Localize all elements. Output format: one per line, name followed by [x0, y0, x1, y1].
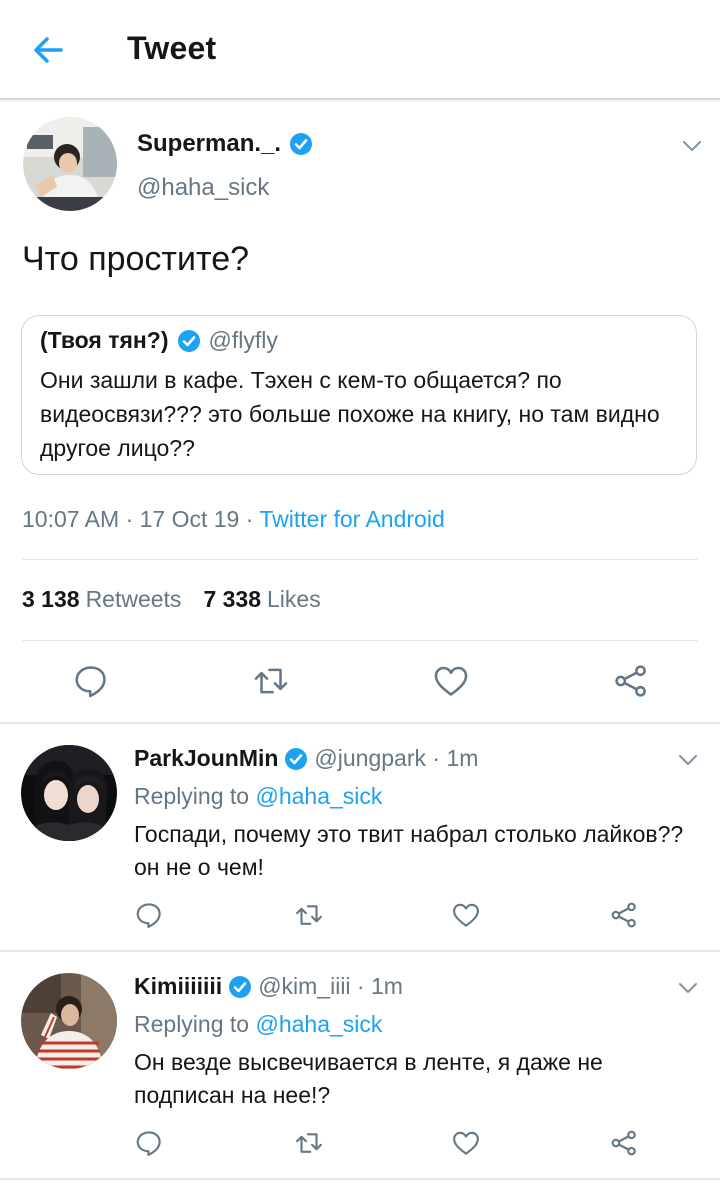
top-app-bar	[0, 0, 720, 100]
tweet-source-link[interactable]: Twitter for Android	[259, 506, 444, 532]
divider	[22, 640, 698, 641]
verified-badge-icon	[177, 329, 201, 353]
tweet-stats: 3 138 Retweets 7 338 Likes	[22, 586, 321, 613]
retweets-stat[interactable]: 3 138 Retweets	[22, 586, 181, 613]
quoted-tweet-header: (Твоя тян?) @flyfly	[40, 327, 278, 354]
verified-badge-icon	[289, 132, 313, 156]
replying-to: Replying to @haha_sick	[134, 1011, 382, 1038]
reply-icon[interactable]	[134, 1128, 164, 1158]
tweet-timestamp: 10:07 AM · 17 Oct 19 ·	[22, 506, 260, 532]
share-icon[interactable]	[609, 900, 639, 930]
reply-author-handle: @jungpark · 1m	[314, 745, 478, 772]
retweets-label: Retweets	[85, 586, 182, 612]
reply-header: Kimiiiiiii @kim_iiii · 1m	[134, 973, 403, 1000]
reply-handle[interactable]: @jungpark	[314, 745, 426, 771]
divider	[0, 1178, 720, 1180]
reply-icon[interactable]	[72, 662, 110, 700]
author-name-row: Superman._.	[137, 130, 313, 158]
author-handle[interactable]: @haha_sick	[137, 174, 269, 202]
reply-avatar[interactable]	[21, 745, 117, 841]
reply-avatar[interactable]	[21, 973, 117, 1069]
replying-to-label: Replying to	[134, 1011, 250, 1037]
reply-author-name[interactable]: Kimiiiiiii	[134, 973, 222, 1000]
retweet-icon[interactable]	[294, 900, 324, 930]
author-name[interactable]: Superman._.	[137, 130, 281, 158]
tweet-meta: 10:07 AM · 17 Oct 19 · Twitter for Andro…	[22, 506, 445, 533]
reply-text: Госпади, почему это твит набрал столько …	[134, 821, 684, 880]
replying-to-link[interactable]: @haha_sick	[255, 783, 382, 809]
share-icon[interactable]	[609, 1128, 639, 1158]
back-arrow-icon[interactable]	[28, 30, 68, 70]
replying-to-label: Replying to	[134, 783, 250, 809]
like-icon[interactable]	[451, 900, 481, 930]
reply-author-name[interactable]: ParkJounMin	[134, 745, 278, 772]
replying-to: Replying to @haha_sick	[134, 783, 382, 810]
chevron-down-icon[interactable]	[680, 134, 704, 158]
quoted-author-handle: @flyfly	[208, 327, 278, 353]
chevron-down-icon[interactable]	[676, 748, 700, 772]
verified-badge-icon	[228, 975, 252, 999]
quoted-author-name: (Твоя тян?)	[40, 327, 169, 353]
retweet-icon[interactable]	[294, 1128, 324, 1158]
retweets-count: 3 138	[22, 586, 80, 612]
reply-time: · 1m	[350, 973, 403, 999]
retweet-icon[interactable]	[252, 662, 290, 700]
likes-label: Likes	[267, 586, 321, 612]
reply-handle[interactable]: @kim_iiii	[258, 973, 350, 999]
share-icon[interactable]	[612, 662, 650, 700]
reply-time: · 1m	[426, 745, 479, 771]
verified-badge-icon	[284, 747, 308, 771]
chevron-down-icon[interactable]	[676, 976, 700, 1000]
likes-stat[interactable]: 7 338 Likes	[203, 586, 320, 613]
divider	[22, 559, 698, 560]
reply-icon[interactable]	[134, 900, 164, 930]
like-icon[interactable]	[451, 1128, 481, 1158]
reply-text: Он везде высвечивается в ленте, я даже н…	[134, 1049, 603, 1108]
replying-to-link[interactable]: @haha_sick	[255, 1011, 382, 1037]
page-title: Tweet	[127, 30, 217, 66]
reply-author-handle: @kim_iiii · 1m	[258, 973, 403, 1000]
divider	[0, 950, 720, 952]
tweet-text: Что простите?	[22, 240, 250, 278]
reply-header: ParkJounMin @jungpark · 1m	[134, 745, 478, 772]
author-avatar[interactable]	[23, 117, 117, 211]
likes-count: 7 338	[203, 586, 261, 612]
divider	[0, 722, 720, 724]
quoted-tweet-text: Они зашли в кафе. Тэхен с кем-то общаетс…	[40, 367, 660, 461]
like-icon[interactable]	[432, 662, 470, 700]
